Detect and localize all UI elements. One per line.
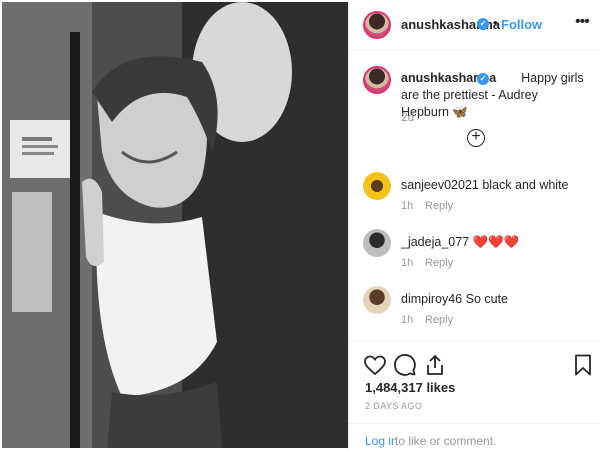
reply-button[interactable]: Reply [425, 257, 453, 269]
header-separator: • [493, 15, 498, 30]
comment-text-block: sanjeev02021 black and white [401, 178, 569, 192]
comment-time[interactable]: 1h [401, 257, 413, 269]
comment-time[interactable]: 1h [401, 200, 413, 212]
sunflower-avatar[interactable] [363, 172, 391, 200]
bookmark-icon[interactable] [571, 353, 595, 377]
photo-illustration [2, 2, 348, 448]
post-photo[interactable] [2, 2, 348, 448]
comment-text: black and white [482, 178, 569, 192]
comment-text: So cute [465, 292, 509, 306]
comment-icon[interactable] [393, 353, 417, 377]
author-avatar[interactable] [363, 11, 391, 39]
caption-time[interactable]: 2d [401, 110, 414, 124]
comment-text-block: _jadeja_077 ❤️❤️❤️ [401, 235, 519, 250]
comment-item: dimpiroy46 So cute 1h Reply [349, 286, 600, 342]
share-icon[interactable] [423, 353, 447, 377]
instagram-post: anushkasharma ✓ • Follow ••• anushkashar… [0, 0, 600, 450]
heart-icon[interactable] [363, 353, 387, 377]
reply-button[interactable]: Reply [425, 314, 453, 326]
comment-username[interactable]: dimpiroy46 [401, 292, 462, 306]
comment-username[interactable]: _jadeja_077 [401, 235, 469, 249]
more-options-icon[interactable]: ••• [575, 13, 590, 31]
caption-text-block: anushkasharma Happy girls are the pretti… [401, 70, 587, 121]
comment-item: _jadeja_077 ❤️❤️❤️ 1h Reply [349, 229, 600, 285]
caption-avatar[interactable] [363, 66, 391, 94]
likes-count[interactable]: 1,484,317 likes [365, 380, 455, 395]
follow-button[interactable]: Follow [501, 17, 542, 32]
comment-time[interactable]: 1h [401, 314, 413, 326]
login-link[interactable]: Log in [365, 434, 398, 448]
post-header: anushkasharma ✓ • Follow ••• [349, 0, 600, 50]
comment-username[interactable]: sanjeev02021 [401, 178, 479, 192]
post-actions: 1,484,317 likes 2 DAYS AGO Log in to lik… [349, 340, 600, 450]
login-prompt-text: to like or comment. [395, 434, 497, 448]
posted-time[interactable]: 2 DAYS AGO [365, 401, 422, 411]
post-side-panel: anushkasharma ✓ • Follow ••• anushkashar… [348, 0, 600, 450]
user-avatar[interactable] [363, 286, 391, 314]
verified-badge-icon: ✓ [477, 73, 489, 85]
login-prompt: Log in to like or comment. [349, 423, 600, 450]
plus-circle-icon[interactable]: + [467, 129, 485, 147]
comment-text: ❤️❤️❤️ [472, 235, 520, 249]
user-avatar[interactable] [363, 229, 391, 257]
comment-text-block: dimpiroy46 So cute [401, 292, 508, 306]
comment-item: sanjeev02021 black and white 1h Reply [349, 172, 600, 228]
reply-button[interactable]: Reply [425, 200, 453, 212]
verified-badge-icon: ✓ [477, 18, 489, 30]
